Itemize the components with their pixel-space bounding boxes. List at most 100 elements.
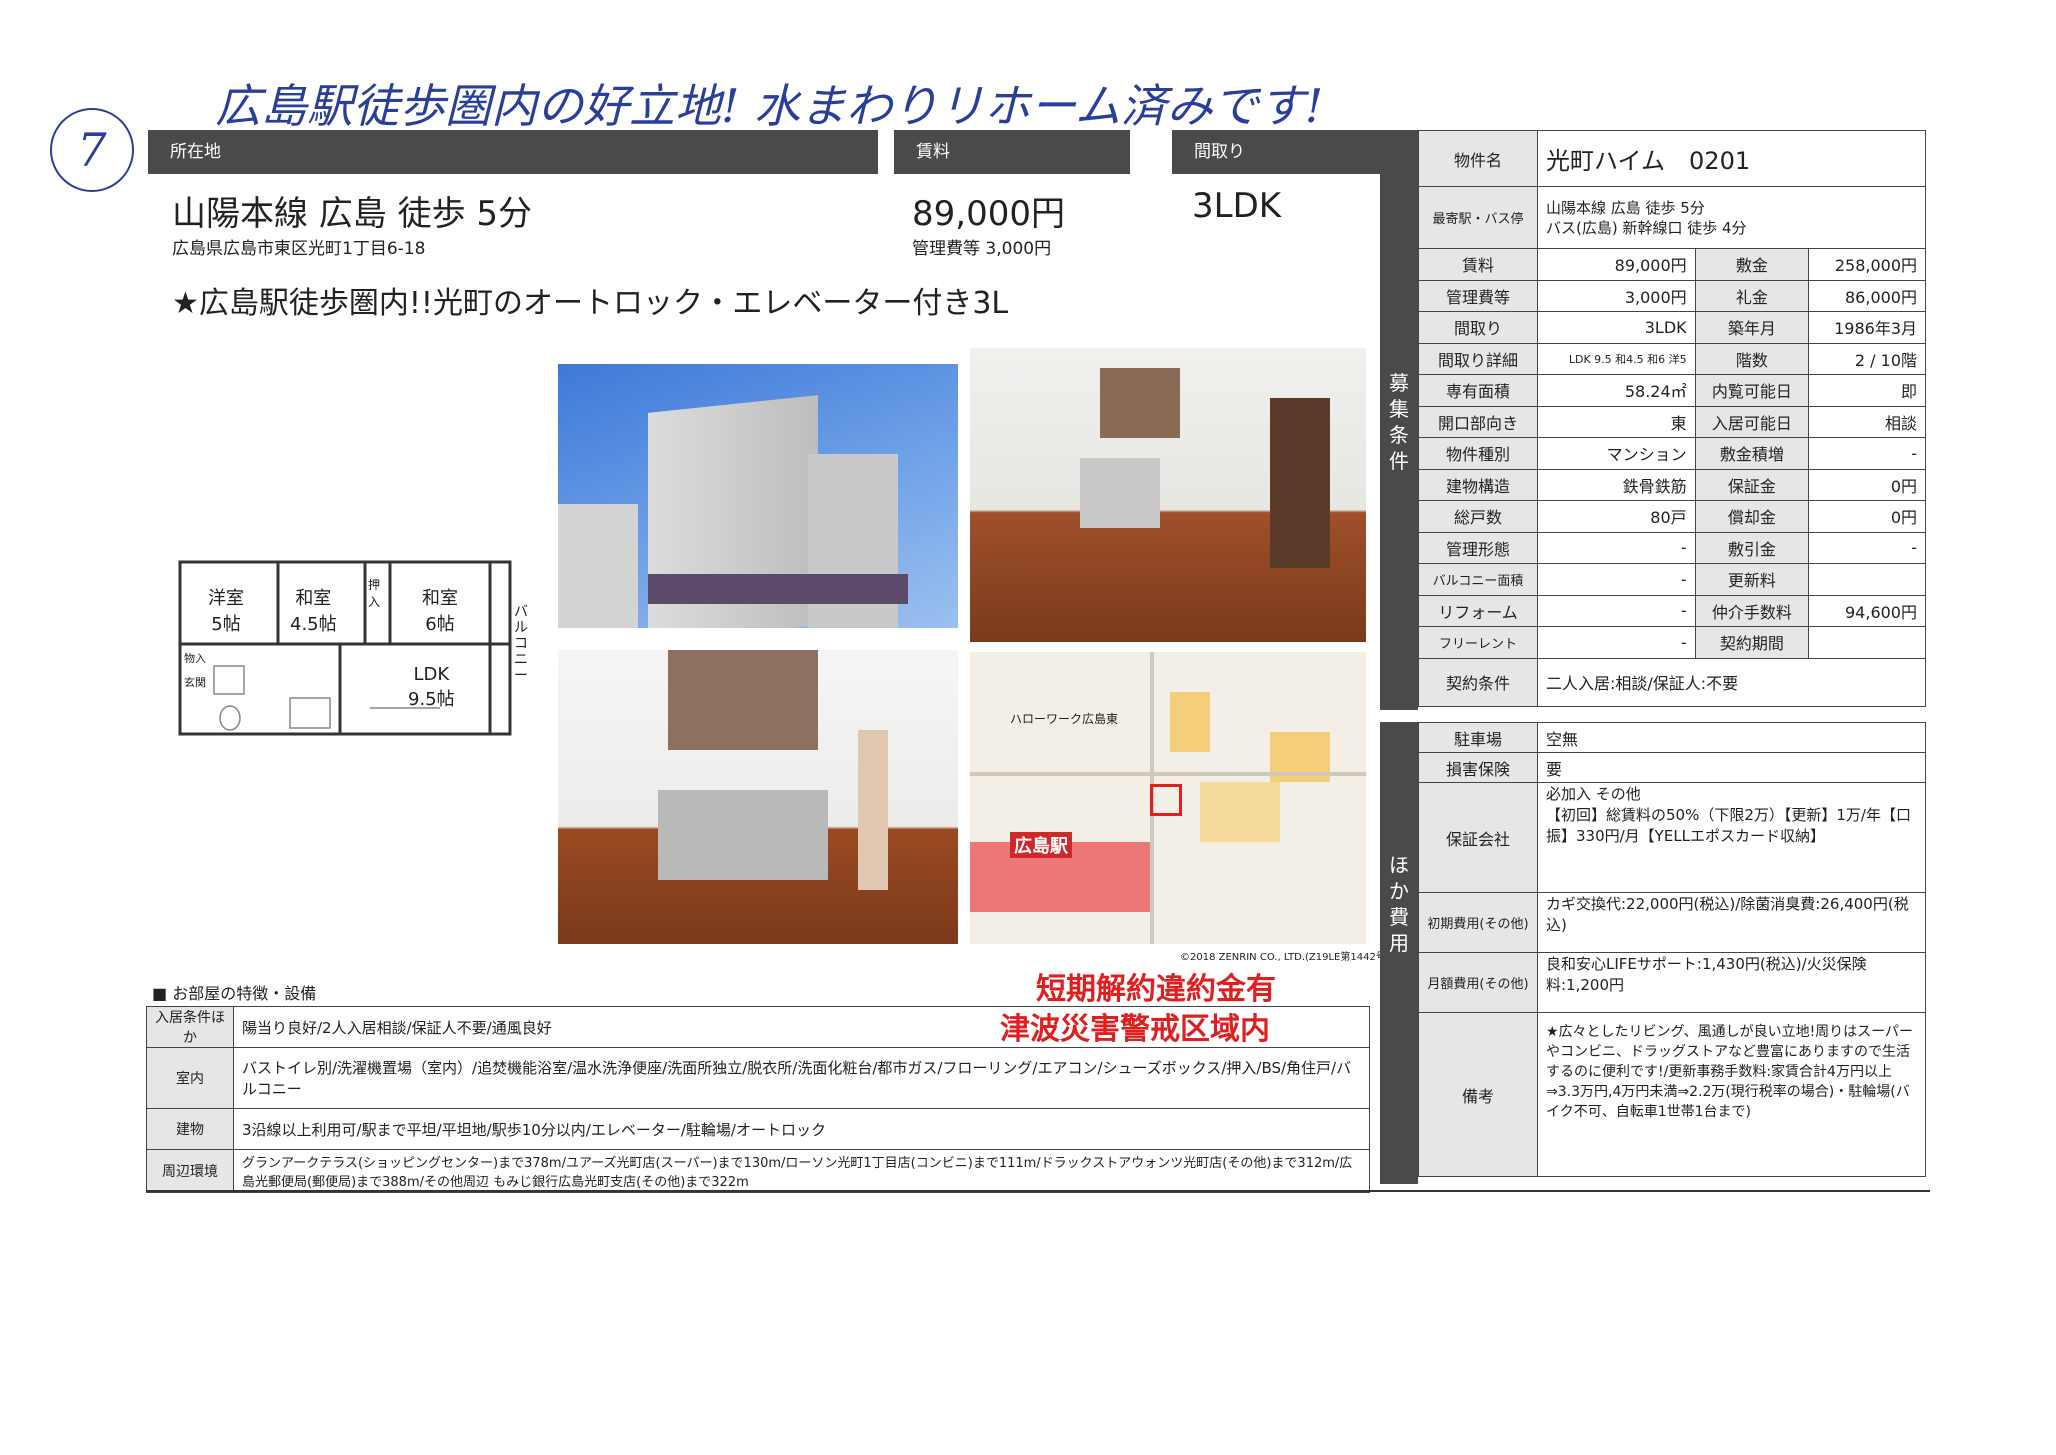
condition-row: リフォーム - 仲介手数料 94,600円 (1418, 594, 1926, 627)
feature-label: 入居条件ほか (146, 1006, 234, 1048)
feature-value: 陽当り良好/2人入居相談/保証人不要/通風良好 (233, 1006, 1370, 1048)
condition-label: 管理形態 (1418, 531, 1538, 564)
rent-value: 89,000円 (912, 194, 1065, 234)
guarantor-label: 保証会社 (1418, 782, 1538, 893)
condition-value: 3,000円 (1537, 279, 1696, 312)
condition-label: 入居可能日 (1694, 405, 1810, 438)
map-label-hellowork: ハローワーク広島東 (1010, 712, 1119, 726)
condition-value: 即 (1808, 374, 1926, 407)
station-line-2: バス(広島) 新幹線口 徒歩 4分 (1546, 218, 1747, 237)
condition-label: 仲介手数料 (1694, 594, 1810, 627)
condition-row: フリーレント - 契約期間 (1418, 626, 1926, 659)
other-costs-table: 駐車場 空無 損害保険 要 保証会社 必加入 その他 【初回】総賃料の50%（下… (1418, 722, 1926, 1177)
room-ldk: LDK 9.5帖 (408, 664, 455, 710)
condition-value: - (1537, 563, 1696, 596)
address-text: 広島県広島市東区光町1丁目6-18 (172, 239, 426, 259)
condition-value: - (1808, 531, 1926, 564)
condition-row: 間取り詳細 LDK 9.5 和4.5 和6 洋5 階数 2 / 10階 (1418, 342, 1926, 375)
condition-value: - (1537, 626, 1696, 659)
condition-row: 専有面積 58.24㎡ 内覧可能日即 (1418, 374, 1926, 407)
feature-value: グランアークテラス(ショッピングセンター)まで378m/ユアーズ光町店(スーパー… (233, 1149, 1370, 1193)
entrance-label: 玄関 (184, 676, 206, 689)
condition-value: 相談 (1808, 405, 1926, 438)
location-header: 所在地 (148, 130, 878, 174)
condition-label: 賃料 (1418, 248, 1538, 281)
condition-value: 80戸 (1537, 500, 1696, 533)
condition-label: 保証金 (1694, 468, 1810, 501)
condition-row: 管理費等 3,000円 礼金 86,000円 (1418, 279, 1926, 312)
features-title: ■ お部屋の特徴・設備 (152, 984, 317, 1003)
layout-header: 間取り (1172, 130, 1386, 174)
property-name-label: 物件名 (1418, 130, 1538, 187)
condition-value: 2 / 10階 (1808, 342, 1926, 375)
condition-label: 物件種別 (1418, 437, 1538, 470)
condition-value: 258,000円 (1808, 248, 1926, 281)
feature-row: 室内 バストイレ別/洗濯機置場（室内）/追焚機能浴室/温水洗浄便座/洗面所独立/… (146, 1047, 1370, 1109)
condition-value: - (1537, 531, 1696, 564)
condition-row: 賃料 89,000円 敷金 258,000円 (1418, 248, 1926, 281)
stamp-early-termination: 短期解約違約金有 (1036, 972, 1276, 1007)
interior-photo-1 (970, 348, 1366, 642)
initial-cost-value: カギ交換代:22,000円(税込)/除菌消臭費:26,400円(税込) (1537, 892, 1926, 953)
access-text: 山陽本線 広島 徒歩 5分 (172, 194, 533, 234)
condition-label: バルコニー面積 (1418, 563, 1538, 596)
condition-value: 鉄骨鉄筋 (1537, 468, 1696, 501)
conditions-table: 物件名 光町ハイム 0201 最寄駅・バス停 山陽本線 広島 徒歩 5分 バス(… (1418, 130, 1926, 707)
other-costs-tag: ほか費用 (1380, 722, 1418, 1184)
feature-label: 室内 (146, 1047, 234, 1109)
condition-row: 間取り 3LDK 築年月 1986年3月 (1418, 311, 1926, 344)
room-western: 洋室 5帖 (208, 588, 244, 635)
feature-label: 周辺環境 (146, 1149, 234, 1193)
feature-row: 周辺環境 グランアークテラス(ショッピングセンター)まで378m/ユアーズ光町店… (146, 1149, 1370, 1193)
condition-row: 物件種別 マンション 敷金積増 - (1418, 437, 1926, 470)
condition-label: 建物構造 (1418, 468, 1538, 501)
condition-label: 礼金 (1694, 279, 1810, 312)
condition-row: 総戸数 80戸 償却金 0円 (1418, 500, 1926, 533)
condition-label: 管理費等 (1418, 279, 1538, 312)
condition-label: 専有面積 (1418, 374, 1538, 407)
notes-label: 備考 (1418, 1012, 1538, 1177)
insurance-value: 要 (1537, 752, 1926, 783)
catch-copy: ★広島駅徒歩圏内!!光町のオートロック・エレベーター付き3L (172, 286, 1009, 321)
initial-cost-label: 初期費用(その他) (1418, 892, 1538, 953)
condition-label: 契約期間 (1694, 626, 1810, 659)
feature-row: 建物 3沿線以上利用可/駅まで平坦/平坦地/駅歩10分以内/エレベーター/駐輪場… (146, 1108, 1370, 1150)
condition-label: 償却金 (1694, 500, 1810, 533)
condition-row: 管理形態 - 敷引金 - (1418, 531, 1926, 564)
condition-label: フリーレント (1418, 626, 1538, 659)
condition-row: 建物構造 鉄骨鉄筋 保証金 0円 (1418, 468, 1926, 501)
map-marker (1150, 784, 1182, 816)
features-table: 入居条件ほか 陽当り良好/2人入居相談/保証人不要/通風良好 室内 バストイレ別… (146, 1006, 1370, 1193)
balcony-label: バルコニー (514, 604, 528, 684)
condition-value (1808, 563, 1926, 596)
condition-value: マンション (1537, 437, 1696, 470)
condition-value: 94,600円 (1808, 594, 1926, 627)
bottom-rule (146, 1190, 1930, 1192)
condition-label: 総戸数 (1418, 500, 1538, 533)
condition-label: 間取り (1418, 311, 1538, 344)
condition-value: 86,000円 (1808, 279, 1926, 312)
condition-label: 更新料 (1694, 563, 1810, 596)
map-credit: ©2018 ZENRIN CO., LTD.(Z19LE第1442号) (1180, 952, 1390, 963)
condition-value (1808, 626, 1926, 659)
handwritten-note: 広島駅徒歩圏内の好立地! 水まわりリホーム済みです! (215, 79, 1324, 133)
contract-label: 契約条件 (1418, 657, 1538, 707)
condition-label: 階数 (1694, 342, 1810, 375)
feature-row: 入居条件ほか 陽当り良好/2人入居相談/保証人不要/通風良好 (146, 1006, 1370, 1048)
floor-plan: 洋室 5帖 和室 4.5帖 和室 6帖 LDK 9.5帖 押入 物入 玄関 バルコニー (140, 548, 550, 746)
condition-value: - (1808, 437, 1926, 470)
condition-value: - (1537, 594, 1696, 627)
property-name: 光町ハイム 0201 (1537, 130, 1926, 187)
insurance-label: 損害保険 (1418, 752, 1538, 783)
building-photo (558, 364, 958, 628)
feature-value: バストイレ別/洗濯機置場（室内）/追焚機能浴室/温水洗浄便座/洗面所独立/脱衣所… (233, 1047, 1370, 1109)
condition-label: 敷金 (1694, 248, 1810, 281)
monthly-cost-label: 月額費用(その他) (1418, 952, 1538, 1013)
guarantor-value: 必加入 その他 【初回】総賃料の50%（下限2万）【更新】1万/年【口振】330… (1537, 782, 1926, 893)
condition-value: 0円 (1808, 500, 1926, 533)
condition-value: 89,000円 (1537, 248, 1696, 281)
storage-label: 物入 (184, 652, 206, 665)
feature-value: 3沿線以上利用可/駅まで平坦/平坦地/駅歩10分以内/エレベーター/駐輪場/オー… (233, 1108, 1370, 1150)
parking-value: 空無 (1537, 722, 1926, 753)
oshiire-label: 押入 (368, 578, 381, 609)
